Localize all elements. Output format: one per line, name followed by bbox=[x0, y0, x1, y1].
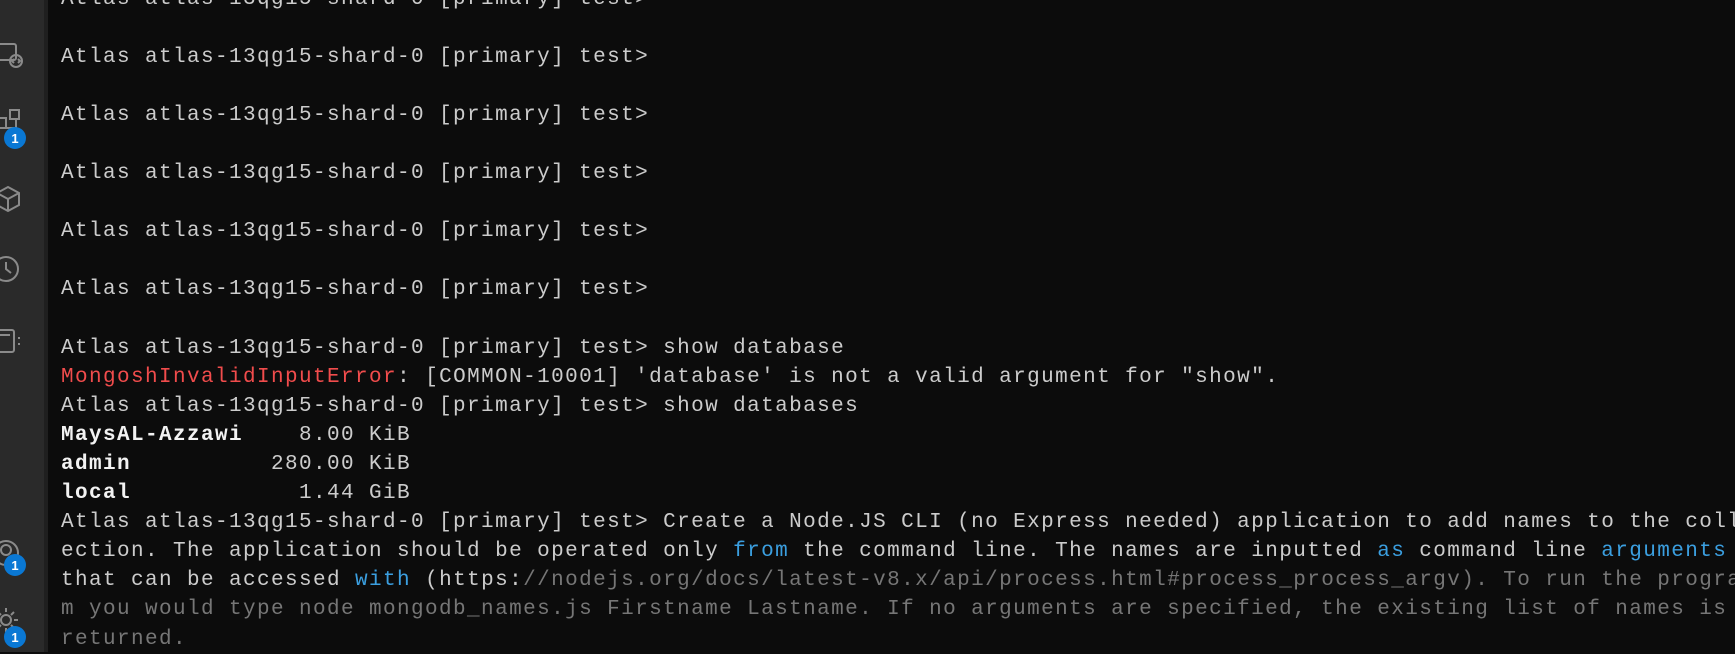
terminal-text: Atlas atlas-13qg15-shard-0 [primary] tes… bbox=[61, 162, 650, 186]
terminal-line: Atlas atlas-13qg15-shard-0 [primary] tes… bbox=[61, 392, 1735, 421]
terminal-text: arguments bbox=[1601, 540, 1728, 564]
terminal-line: that can be accessed with (https://nodej… bbox=[61, 566, 1735, 595]
terminal-line: Atlas atlas-13qg15-shard-0 [primary] tes… bbox=[61, 217, 1735, 246]
terminal-text: MaysAL-Azzawi bbox=[61, 423, 244, 447]
terminal-text: ection. The application should be operat… bbox=[61, 540, 734, 564]
terminal-text: m you would type node mongodb_names.js F… bbox=[61, 598, 1728, 622]
terminal-text: the command line. The names are inputted bbox=[789, 540, 1378, 564]
terminal-text: 1.44 GiB bbox=[131, 482, 412, 506]
terminal-text: Atlas atlas-13qg15-shard-0 [primary] tes… bbox=[61, 278, 650, 302]
terminal-line: Atlas atlas-13qg15-shard-0 [primary] tes… bbox=[61, 275, 1735, 304]
terminal-line: ection. The application should be operat… bbox=[61, 537, 1735, 566]
terminal-text: 280.00 KiB bbox=[131, 453, 412, 476]
account-badge: 1 bbox=[4, 554, 26, 576]
terminal-text: Atlas atlas-13qg15-shard-0 [primary] tes… bbox=[61, 220, 650, 244]
extensions-badge: 1 bbox=[4, 127, 26, 149]
terminal-text: Atlas atlas-13qg15-shard-0 [primary] tes… bbox=[61, 336, 846, 360]
terminal-text: local bbox=[61, 482, 132, 506]
terminal-text: 8.00 KiB bbox=[243, 423, 412, 447]
terminal-line: Atlas atlas-13qg15-shard-0 [primary] tes… bbox=[61, 43, 1735, 72]
terminal-line: Atlas atlas-13qg15-shard-0 [primary] tes… bbox=[61, 0, 1735, 14]
package-icon[interactable] bbox=[0, 183, 24, 215]
activity-bar: 1 1 1 bbox=[0, 0, 48, 652]
terminal-text: Atlas atlas-13qg15-shard-0 [primary] tes… bbox=[61, 394, 860, 418]
timeline-icon[interactable] bbox=[0, 253, 24, 285]
terminal-line: Atlas atlas-13qg15-shard-0 [primary] tes… bbox=[61, 508, 1735, 537]
terminal-line: Atlas atlas-13qg15-shard-0 [primary] tes… bbox=[61, 101, 1735, 130]
terminal-text: (https: bbox=[411, 569, 524, 593]
terminal-text: Atlas atlas-13qg15-shard-0 [primary] tes… bbox=[61, 103, 650, 127]
terminal-text: Atlas atlas-13qg15-shard-0 [primary] tes… bbox=[61, 511, 1735, 535]
terminal-line: Atlas atlas-13qg15-shard-0 [primary] tes… bbox=[61, 334, 1735, 363]
terminal-line: local 1.44 GiB bbox=[61, 479, 1735, 508]
terminal-text: that can be accessed bbox=[61, 569, 356, 593]
terminal-text: admin bbox=[61, 453, 132, 476]
notebook-icon[interactable] bbox=[0, 325, 24, 357]
terminal-text: with bbox=[355, 569, 412, 593]
terminal-text: returned. bbox=[61, 627, 188, 651]
terminal-text: command line bbox=[1405, 540, 1602, 564]
terminal-text: Atlas atlas-13qg15-shard-0 [primary] tes… bbox=[61, 45, 650, 69]
terminal-text: Atlas atlas-13qg15-shard-0 [primary] tes… bbox=[61, 0, 649, 11]
terminal-text: as bbox=[1377, 540, 1406, 564]
terminal-line: admin 280.00 KiB bbox=[61, 450, 1735, 479]
terminal-line: MaysAL-Azzawi 8.00 KiB bbox=[61, 421, 1735, 450]
terminal-line: returned. bbox=[61, 625, 1735, 654]
terminal-line: Atlas atlas-13qg15-shard-0 [primary] tes… bbox=[61, 159, 1735, 188]
terminal-line: m you would type node mongodb_names.js F… bbox=[61, 595, 1735, 624]
remote-explorer-icon[interactable] bbox=[0, 39, 24, 71]
terminal-text: //nodejs.org/docs/latest-v8.x/api/proces… bbox=[523, 569, 1735, 593]
terminal-text: : [COMMON-10001] 'database' is not a val… bbox=[397, 365, 1280, 389]
terminal-text: from bbox=[733, 540, 790, 564]
error-name: MongoshInvalidInputError bbox=[61, 365, 398, 389]
terminal-output[interactable]: Atlas atlas-13qg15-shard-0 [primary] tes… bbox=[61, 0, 1735, 654]
settings-badge: 1 bbox=[4, 626, 26, 648]
terminal-line: MongoshInvalidInputError: [COMMON-10001]… bbox=[61, 363, 1735, 392]
